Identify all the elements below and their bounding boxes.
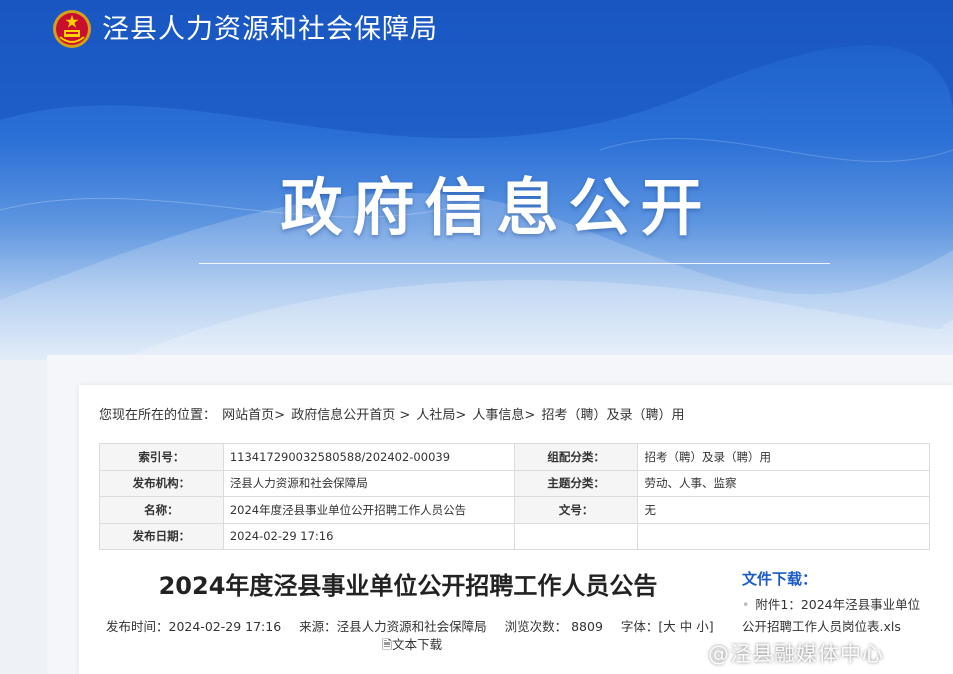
meta-key: 发布日期： (99, 522, 224, 550)
meta-key: 名称： (99, 496, 224, 524)
meta-key: 组配分类： (513, 443, 639, 471)
meta-key: 文号： (513, 496, 639, 524)
bullet-icon: • (742, 597, 750, 612)
hero-divider (199, 263, 830, 264)
site-title[interactable]: 泾县人力资源和社会保障局 (102, 10, 438, 50)
meta-key: 索引号： (99, 443, 224, 471)
meta-value: 泾县人力资源和社会保障局 (222, 469, 515, 497)
table-row: 发布机构： 泾县人力资源和社会保障局 主题分类： 劳动、人事、监察 (99, 469, 930, 497)
document-icon: 🗎 (382, 637, 393, 652)
text-download-label: 文本下载 (392, 637, 443, 652)
meta-value: 招考（聘）及录（聘）用 (637, 443, 930, 471)
hero-title: 政府信息公开 (280, 171, 713, 244)
breadcrumb-item-personnel[interactable]: 人事信息> (472, 408, 535, 423)
file-download-title: 文件下载： (742, 570, 818, 588)
meta-value: 2024-02-29 17:16 (222, 522, 515, 550)
attachment-label: 附件1：2024年泾县事业单位公开招聘工作人员岗位表.xls (742, 597, 921, 634)
meta-value: 无 (637, 496, 930, 524)
meta-empty-cell (513, 522, 639, 550)
table-row: 名称： 2024年度泾县事业单位公开招聘工作人员公告 文号： 无 (99, 496, 930, 524)
meta-value: 劳动、人事、监察 (637, 469, 930, 497)
info-meta-table: 索引号： 113417290032580588/202402-00039 组配分… (99, 443, 930, 550)
breadcrumb-prefix: 您现在所在的位置： (99, 408, 217, 423)
meta-key: 主题分类： (513, 469, 639, 497)
table-row: 索引号： 113417290032580588/202402-00039 组配分… (99, 443, 930, 471)
article-title: 2024年度泾县事业单位公开招聘工作人员公告 (158, 572, 658, 600)
article-meta: 发布时间：2024-02-29 17:16 来源：泾县人力资源和社会保障局 浏览… (106, 618, 714, 636)
article-source: 来源：泾县人力资源和社会保障局 (299, 619, 487, 634)
view-count: 浏览次数： 8809 (504, 619, 603, 634)
meta-value: 113417290032580588/202402-00039 (222, 443, 515, 471)
breadcrumb-item-bureau[interactable]: 人社局> (416, 408, 466, 423)
attachment-link[interactable]: • 附件1：2024年泾县事业单位公开招聘工作人员岗位表.xls (742, 594, 930, 638)
meta-key: 发布机构： (99, 469, 224, 497)
meta-value: 2024年度泾县事业单位公开招聘工作人员公告 (222, 496, 515, 524)
breadcrumb-item-recruitment[interactable]: 招考（聘）及录（聘）用 (541, 408, 684, 423)
table-row: 发布日期： 2024-02-29 17:16 (99, 522, 930, 550)
breadcrumb-item-gov-info[interactable]: 政府信息公开首页 > (291, 408, 410, 423)
breadcrumb: 您现在所在的位置： 网站首页> 政府信息公开首页 > 人社局> 人事信息> 招考… (99, 406, 686, 426)
font-size-switcher[interactable]: 字体：[大 中 小] (621, 619, 714, 634)
breadcrumb-item-home[interactable]: 网站首页> (222, 408, 285, 423)
text-download-link[interactable]: 🗎文本下载 (382, 636, 442, 654)
watermark: @泾县融媒体中心 (708, 642, 884, 666)
publish-time: 发布时间：2024-02-29 17:16 (106, 619, 282, 634)
national-emblem-icon (53, 10, 91, 48)
meta-empty-cell (637, 522, 930, 550)
